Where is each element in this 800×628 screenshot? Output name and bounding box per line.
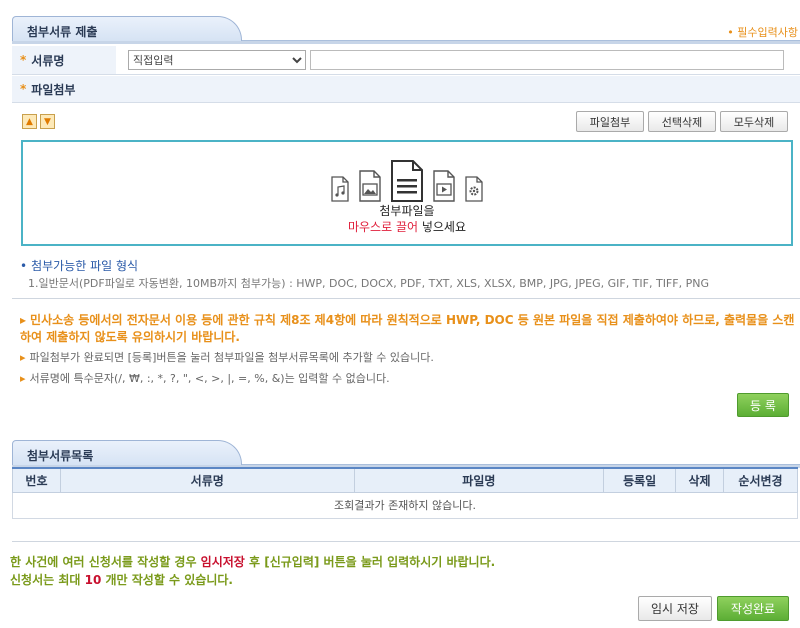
table-row: 조회결과가 존재하지 않습니다. [12, 491, 798, 519]
max-application-notice: 신청서는 최대 10 개만 작성할 수 있습니다. [10, 573, 233, 587]
music-file-icon [331, 176, 349, 202]
list-section-header: 첨부서류목록 [12, 440, 800, 468]
temp-save-button[interactable]: 임시 저장 [638, 596, 712, 621]
file-attach-row: * 파일첨부 [12, 76, 800, 103]
list-section-title: 첨부서류목록 [12, 440, 242, 465]
dropzone-instruction-line1: 첨부파일을 [379, 204, 435, 218]
image-file-icon [359, 170, 381, 202]
column-header-number: 번호 [12, 467, 61, 493]
multi-application-notice: 한 사건에 여러 신청서를 작성할 경우 임시저장 후 [신규입력] 버튼을 눌… [10, 555, 496, 569]
column-header-delete: 삭제 [675, 467, 725, 493]
register-info-notice: ▸ 파일첨부가 완료되면 [등록]버튼을 눌러 첨부파일을 첨부서류목록에 추가할… [20, 351, 434, 364]
column-header-doc-name: 서류명 [59, 467, 355, 493]
table-header-row: 번호 서류명 파일명 등록일 삭제 순서변경 [12, 467, 798, 493]
doc-name-input[interactable] [310, 50, 784, 70]
allowed-formats-desc: 1.일반문서(PDF파일로 자동변환, 10MB까지 첨부가능) : HWP, … [28, 277, 709, 290]
special-char-notice: ▸ 서류명에 특수문자(/, ₩, :, *, ?, ", <, >, |, =,… [20, 372, 390, 385]
document-file-icon [391, 160, 423, 202]
arrow-up-icon: ▲ [26, 116, 33, 127]
file-type-icons [23, 160, 791, 202]
settings-file-icon [465, 176, 483, 202]
file-drop-zone[interactable]: 첨부파일을 마우스로 끌어 넣으세요 [21, 140, 793, 246]
move-down-button[interactable]: ▼ [40, 114, 55, 129]
attach-section-header: 첨부서류 제출 [12, 16, 800, 44]
file-attach-label: * 파일첨부 [12, 76, 800, 102]
arrow-down-icon: ▼ [44, 116, 51, 127]
scan-warning-notice: ▸ 민사소송 등에서의 전자문서 이용 등에 관한 규칙 제8조 제4항에 따라 … [20, 313, 795, 344]
doc-name-select[interactable]: 직접입력 [128, 50, 306, 70]
allowed-formats-title: • 첨부가능한 파일 형식 [20, 259, 139, 273]
video-file-icon [433, 170, 455, 202]
divider [12, 298, 800, 299]
attachment-list-table: 번호 서류명 파일명 등록일 삭제 순서변경 조회결과가 존재하지 않습니다. [12, 467, 798, 519]
section-title: 첨부서류 제출 [12, 16, 242, 41]
move-up-button[interactable]: ▲ [22, 114, 37, 129]
required-note: • 필수입력사항 [727, 26, 798, 39]
dropzone-instruction-line2: 마우스로 끌어 넣으세요 [347, 220, 467, 234]
column-header-file-name: 파일명 [353, 467, 605, 493]
doc-name-row: * 서류명 직접입력 [12, 46, 800, 75]
doc-name-label: * 서류명 [12, 46, 116, 74]
delete-selected-button[interactable]: 선택삭제 [648, 111, 716, 132]
delete-all-button[interactable]: 모두삭제 [720, 111, 788, 132]
empty-result-message: 조회결과가 존재하지 않습니다. [12, 491, 798, 519]
column-header-reorder: 순서변경 [723, 467, 798, 493]
file-attach-button[interactable]: 파일첨부 [576, 111, 644, 132]
complete-button[interactable]: 작성완료 [717, 596, 789, 621]
divider [12, 541, 800, 542]
column-header-reg-date: 등록일 [603, 467, 677, 493]
register-button[interactable]: 등 록 [737, 393, 789, 417]
